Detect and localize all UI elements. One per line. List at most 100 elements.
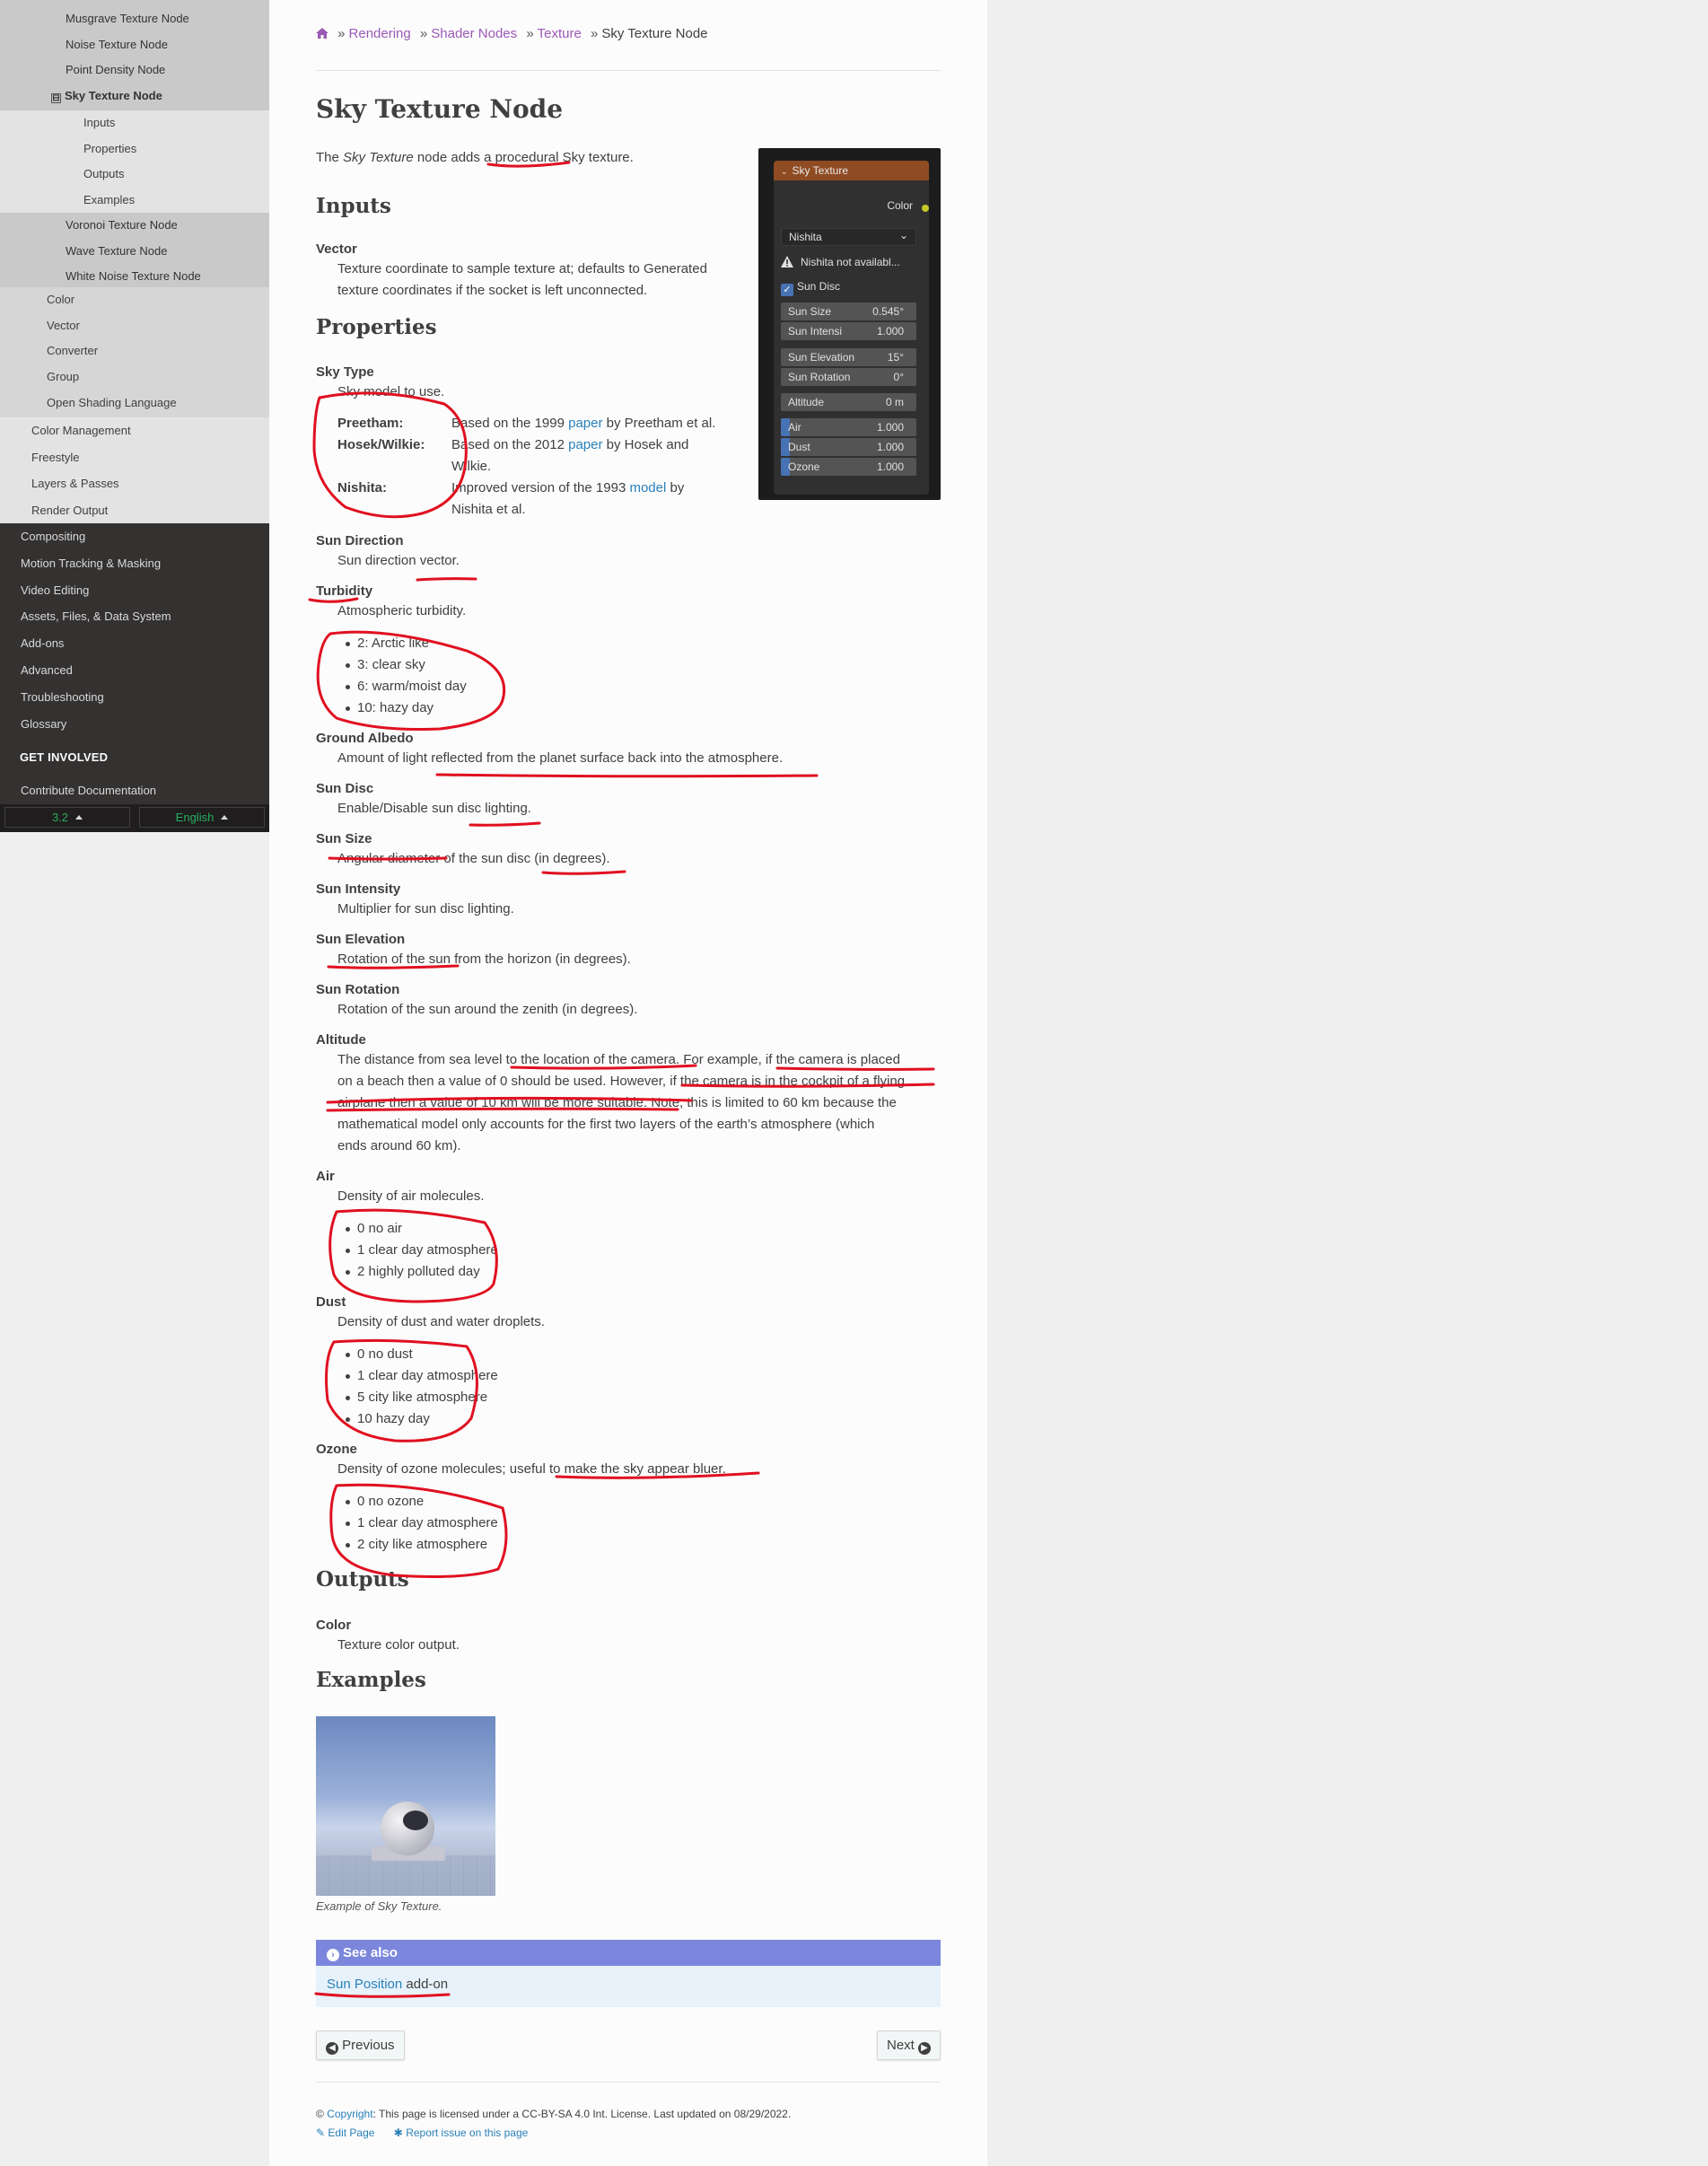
paper-link[interactable]: paper — [568, 437, 602, 452]
sidebar-item-sky-texture[interactable]: ⊟ Sky Texture Node — [0, 83, 269, 110]
breadcrumb-current: Sky Texture Node — [601, 26, 708, 41]
sidebar-item-render-output[interactable]: Render Output — [0, 497, 269, 524]
air-list: 0 no air 1 clear day atmosphere 2 highly… — [337, 1218, 498, 1283]
sidebar-item-wave[interactable]: Wave Texture Node — [0, 239, 269, 265]
sidebar-item-color-management[interactable]: Color Management — [0, 417, 269, 444]
desc-text: by Hosek and — [602, 437, 689, 452]
air-slider[interactable]: Air 1.000 — [781, 418, 916, 436]
home-link[interactable] — [316, 26, 328, 41]
sidebar-item-musgrave[interactable]: Musgrave Texture Node — [0, 6, 269, 32]
desc-color: Texture color output. — [337, 1637, 460, 1653]
paper-link[interactable]: paper — [568, 416, 602, 431]
sidebar-item-layers-passes[interactable]: Layers & Passes — [0, 470, 269, 497]
sidebar-item-examples[interactable]: Examples — [0, 188, 269, 214]
breadcrumb-texture[interactable]: Texture — [538, 26, 582, 41]
sidebar-item-compositing[interactable]: Compositing — [0, 523, 269, 550]
floor-shape — [316, 1855, 495, 1896]
paragraph-line: on a beach then a value of 0 should be u… — [337, 1074, 906, 1089]
breadcrumb-rendering[interactable]: Rendering — [349, 26, 411, 41]
output-socket-icon[interactable] — [922, 205, 929, 212]
sky-type-name: Nishita: — [337, 480, 388, 495]
collapse-toggle-icon[interactable]: ⊟ — [51, 93, 61, 104]
sidebar-item-point-density[interactable]: Point Density Node — [0, 57, 269, 83]
sidebar-item-osl[interactable]: Open Shading Language — [0, 390, 269, 417]
edit-page-link[interactable]: ✎ Edit Page — [316, 2127, 374, 2139]
sidebar-item-converter[interactable]: Converter — [0, 338, 269, 364]
sidebar-top-level: Compositing Motion Tracking & Masking Vi… — [0, 523, 269, 739]
ozone-slider[interactable]: Ozone 1.000 — [781, 458, 916, 476]
sun-position-link[interactable]: Sun Position — [327, 1977, 402, 1992]
breadcrumb-separator: » — [591, 26, 599, 41]
sidebar-item-voronoi[interactable]: Voronoi Texture Node — [0, 213, 269, 239]
field-value: 1.000 — [876, 460, 904, 473]
desc-turbidity: Atmospheric turbidity. — [337, 603, 467, 618]
sun-size-field[interactable]: Sun Size 0.545° — [781, 303, 916, 320]
warning-icon — [781, 256, 793, 267]
desc-text: Based on the 2012 — [451, 437, 569, 452]
next-button[interactable]: Next ▶ — [876, 2030, 941, 2060]
sidebar-item-troubleshooting[interactable]: Troubleshooting — [0, 684, 269, 711]
model-link[interactable]: model — [629, 480, 666, 495]
sidebar-item-properties[interactable]: Properties — [0, 136, 269, 162]
breadcrumb-separator: » — [419, 26, 428, 41]
desc-text: Based on the 1999 — [451, 416, 569, 431]
list-item: 2: Arctic like — [337, 633, 467, 654]
intro-pre: The — [316, 150, 344, 165]
node-body: ⌄ Sky Texture Color Nishita ⌄ Nishita not … — [774, 161, 929, 495]
sun-intensity-field[interactable]: Sun Intensi 1.000 — [781, 322, 916, 340]
page-title: Sky Texture Node — [316, 94, 564, 124]
sidebar-item-addons[interactable]: Add-ons — [0, 630, 269, 657]
see-also-box: › See also Sun Position add-on — [316, 1940, 941, 2007]
desc-sun-direction: Sun direction vector. — [337, 553, 460, 568]
footer-license: © Copyright: This page is licensed under… — [316, 2108, 792, 2120]
version-button[interactable]: 3.2 — [4, 807, 130, 828]
breadcrumb-shader-nodes[interactable]: Shader Nodes — [431, 26, 517, 41]
sidebar-item-noise[interactable]: Noise Texture Node — [0, 32, 269, 58]
sidebar-item-group[interactable]: Group — [0, 364, 269, 390]
term-air: Air — [316, 1169, 335, 1184]
term-ground-albedo: Ground Albedo — [316, 731, 414, 746]
field-value: 15° — [887, 351, 904, 364]
breadcrumb-separator: » — [526, 26, 534, 41]
breadcrumb: » Rendering » Shader Nodes » Texture » Sky T… — [316, 26, 708, 41]
sidebar-item-freestyle[interactable]: Freestyle — [0, 444, 269, 471]
dust-slider[interactable]: Dust 1.000 — [781, 438, 916, 456]
sidebar-item-glossary[interactable]: Glossary — [0, 711, 269, 738]
sidebar-item-color[interactable]: Color — [0, 287, 269, 313]
sky-type-select[interactable]: Nishita ⌄ — [781, 228, 916, 246]
sidebar-item-vector[interactable]: Vector — [0, 313, 269, 339]
sidebar-item-assets[interactable]: Assets, Files, & Data System — [0, 603, 269, 630]
sidebar-item-outputs[interactable]: Outputs — [0, 162, 269, 188]
list-item: 0 no air — [337, 1218, 498, 1240]
sun-disc-label: Sun Disc — [797, 280, 841, 293]
language-button[interactable]: English — [139, 807, 265, 828]
list-item: 2 city like atmosphere — [337, 1534, 498, 1556]
turbidity-list: 2: Arctic like 3: clear sky 6: warm/mois… — [337, 633, 467, 719]
sidebar-texture-nodes-after: Voronoi Texture Node Wave Texture Node W… — [0, 213, 269, 287]
intro-post: node adds a procedural Sky texture. — [413, 150, 634, 165]
sidebar-item-inputs[interactable]: Inputs — [0, 110, 269, 136]
sidebar-item-white-noise[interactable]: White Noise Texture Node — [0, 264, 269, 290]
sidebar-item-video-editing[interactable]: Video Editing — [0, 577, 269, 604]
version-label: 3.2 — [51, 811, 69, 824]
term-sun-intensity: Sun Intensity — [316, 881, 401, 897]
report-issue-link[interactable]: ✱ Report issue on this page — [394, 2127, 529, 2139]
caret-up-icon — [221, 815, 229, 820]
sidebar-item-advanced[interactable]: Advanced — [0, 657, 269, 684]
copyright-link[interactable]: Copyright — [327, 2108, 372, 2120]
desc-altitude: The distance from sea level to the locat… — [337, 1049, 930, 1157]
sidebar-item-contribute[interactable]: Contribute Documentation — [0, 777, 269, 803]
sun-elevation-field[interactable]: Sun Elevation 15° — [781, 348, 916, 366]
previous-button[interactable]: ◀ Previous — [316, 2030, 405, 2060]
sun-disc-checkbox[interactable]: ✓ Sun Disc — [781, 280, 922, 296]
term-vector: Vector — [316, 241, 357, 257]
dust-list: 0 no dust 1 clear day atmosphere 5 city … — [337, 1344, 498, 1430]
desc-ozone: Density of ozone molecules; useful to ma… — [337, 1461, 726, 1477]
desc-sun-rotation: Rotation of the sun around the zenith (i… — [337, 1002, 638, 1017]
sidebar-item-motion-tracking[interactable]: Motion Tracking & Masking — [0, 550, 269, 577]
previous-label: Previous — [342, 2038, 395, 2053]
sidebar-item-sky-label: Sky Texture Node — [65, 89, 162, 103]
warning-text: Nishita not availabl... — [801, 256, 900, 268]
intro-em: Sky Texture — [343, 150, 414, 165]
node-header: ⌄ Sky Texture — [774, 161, 929, 180]
